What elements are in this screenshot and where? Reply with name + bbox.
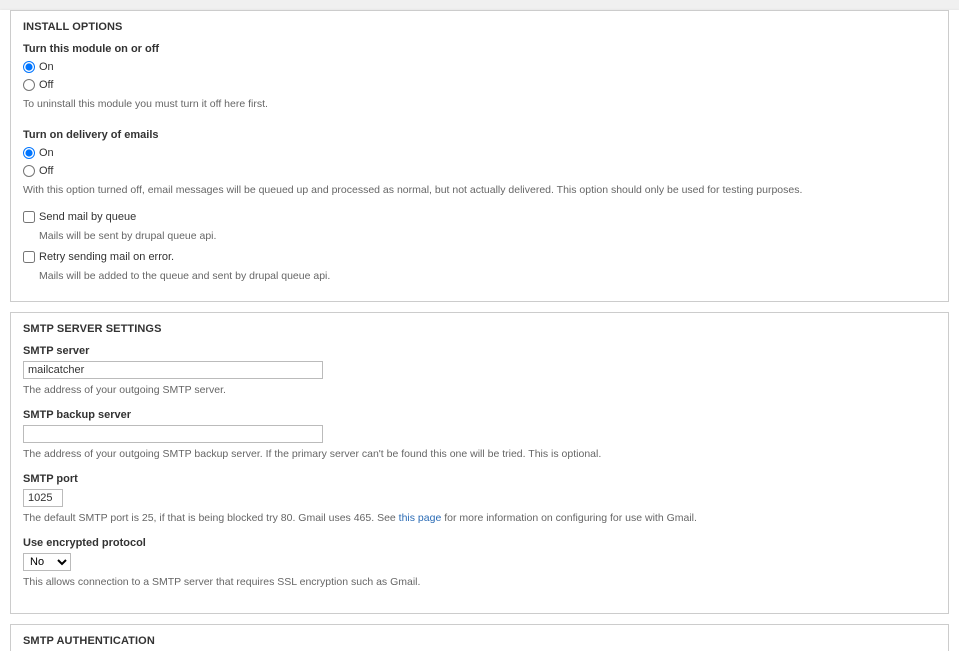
retry-on-error-checkbox[interactable] [23, 251, 35, 263]
module-toggle-off-radio[interactable] [23, 79, 35, 91]
delivery-toggle-on-radio[interactable] [23, 147, 35, 159]
smtp-auth-fieldset: SMTP AUTHENTICATION [10, 624, 949, 651]
smtp-port-group: SMTP port The default SMTP port is 25, i… [23, 473, 936, 525]
encrypted-protocol-select[interactable]: No [23, 553, 71, 571]
smtp-server-settings-fieldset: SMTP SERVER SETTINGS SMTP server The add… [10, 312, 949, 614]
smtp-backup-label: SMTP backup server [23, 409, 936, 421]
delivery-toggle-off-label: Off [39, 163, 53, 179]
delivery-toggle-description: With this option turned off, email messa… [23, 183, 936, 197]
smtp-port-desc-pre: The default SMTP port is 25, if that is … [23, 512, 399, 524]
module-toggle-on-label: On [39, 59, 54, 75]
smtp-port-link[interactable]: this page [399, 512, 442, 524]
encrypted-protocol-label: Use encrypted protocol [23, 537, 936, 549]
smtp-server-group: SMTP server The address of your outgoing… [23, 345, 936, 397]
smtp-port-input[interactable] [23, 489, 63, 507]
install-options-fieldset: INSTALL OPTIONS Turn this module on or o… [10, 10, 949, 302]
send-by-queue-description: Mails will be sent by drupal queue api. [39, 229, 936, 243]
delivery-toggle-on-label: On [39, 145, 54, 161]
smtp-server-settings-title: SMTP SERVER SETTINGS [23, 323, 936, 335]
smtp-port-desc-post: for more information on configuring for … [441, 512, 697, 524]
module-toggle-group: Turn this module on or off On Off To uni… [23, 43, 936, 111]
smtp-backup-group: SMTP backup server The address of your o… [23, 409, 936, 461]
smtp-server-description: The address of your outgoing SMTP server… [23, 383, 936, 397]
retry-on-error-description: Mails will be added to the queue and sen… [39, 269, 936, 283]
smtp-auth-title: SMTP AUTHENTICATION [23, 635, 936, 647]
smtp-server-label: SMTP server [23, 345, 936, 357]
smtp-server-input[interactable] [23, 361, 323, 379]
smtp-port-description: The default SMTP port is 25, if that is … [23, 511, 936, 525]
smtp-backup-input[interactable] [23, 425, 323, 443]
smtp-backup-description: The address of your outgoing SMTP backup… [23, 447, 936, 461]
send-by-queue-label: Send mail by queue [39, 209, 136, 225]
module-toggle-on-radio[interactable] [23, 61, 35, 73]
install-options-title: INSTALL OPTIONS [23, 21, 936, 33]
encrypted-protocol-group: Use encrypted protocol No This allows co… [23, 537, 936, 589]
smtp-port-label: SMTP port [23, 473, 936, 485]
delivery-toggle-group: Turn on delivery of emails On Off With t… [23, 129, 936, 197]
delivery-toggle-off-radio[interactable] [23, 165, 35, 177]
delivery-toggle-label: Turn on delivery of emails [23, 129, 936, 141]
retry-on-error-label: Retry sending mail on error. [39, 249, 174, 265]
module-toggle-label: Turn this module on or off [23, 43, 936, 55]
module-toggle-off-label: Off [39, 77, 53, 93]
encrypted-protocol-description: This allows connection to a SMTP server … [23, 575, 936, 589]
module-toggle-description: To uninstall this module you must turn i… [23, 97, 936, 111]
send-by-queue-checkbox[interactable] [23, 211, 35, 223]
